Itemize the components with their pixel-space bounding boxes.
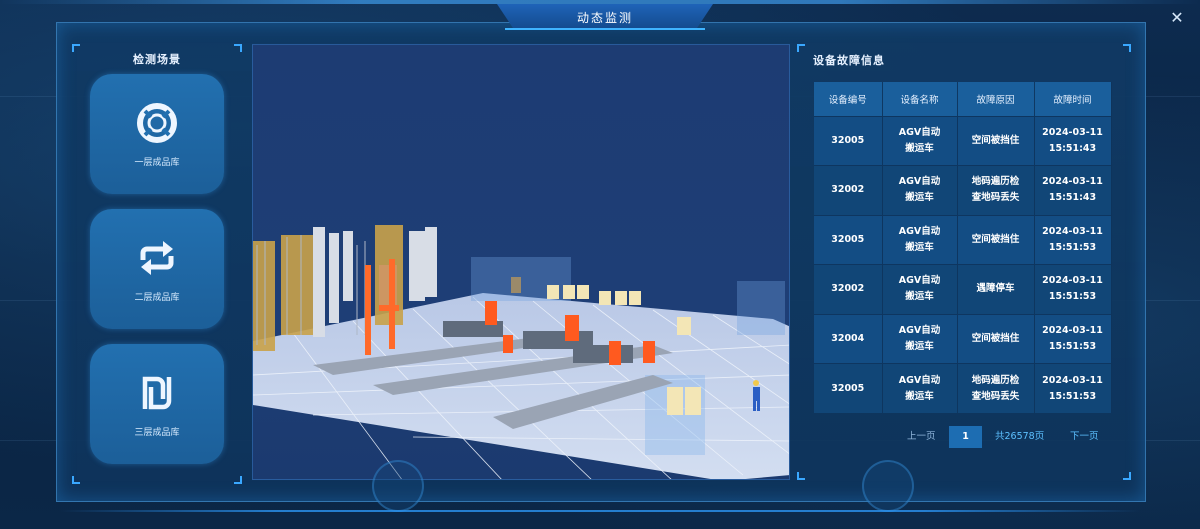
table-row: 32005 AGV自动 搬运车 地码遍历检 查地码丢失 2024-03-11 15:5… bbox=[814, 363, 1112, 413]
device-id: 32005 bbox=[814, 115, 883, 166]
3d-warehouse-viewport[interactable] bbox=[252, 44, 790, 480]
pagination: 上一页 1 共26578页 下一页 bbox=[797, 426, 1131, 450]
device-id: 32002 bbox=[814, 165, 883, 215]
scene-label: 二层成品库 bbox=[134, 292, 180, 303]
column-header: 故障原因 bbox=[957, 82, 1035, 116]
table-row: 32005 AGV自动 搬运车 空间被挡住 2024-03-11 15:51:43 bbox=[814, 115, 1112, 166]
close-icon[interactable]: ✕ bbox=[1168, 9, 1186, 27]
fault-reason: 地码遍历检 查地码丢失 bbox=[957, 363, 1035, 413]
device-name: AGV自动 搬运车 bbox=[882, 313, 958, 364]
bottom-glow-line bbox=[60, 510, 1140, 512]
shekel-icon bbox=[142, 376, 172, 409]
scene-button-floor-1[interactable]: 一层成品库 bbox=[90, 74, 224, 194]
column-header: 设备编号 bbox=[814, 82, 883, 116]
total-pages: 共26578页 bbox=[995, 431, 1045, 442]
fault-time: 2024-03-11 15:51:53 bbox=[1034, 214, 1112, 265]
fault-reason: 地码遍历检 查地码丢失 bbox=[957, 165, 1035, 215]
fault-time: 2024-03-11 15:51:43 bbox=[1034, 165, 1112, 215]
device-id: 32005 bbox=[814, 363, 883, 413]
fault-reason: 空间被挡住 bbox=[957, 214, 1035, 265]
title-underline bbox=[505, 28, 705, 30]
lifebuoy-icon bbox=[137, 102, 177, 143]
scene-button-floor-2[interactable]: 二层成品库 bbox=[90, 209, 224, 329]
table-row: 32002 AGV自动 搬运车 地码遍历检 查地码丢失 2024-03-11 15:5… bbox=[814, 165, 1112, 215]
current-page[interactable]: 1 bbox=[949, 426, 982, 448]
column-header: 设备名称 bbox=[882, 82, 958, 116]
device-name: AGV自动 搬运车 bbox=[882, 115, 958, 166]
scene-panel-title: 检测场景 bbox=[133, 53, 181, 66]
table-row: 32005 AGV自动 搬运车 空间被挡住 2024-03-11 15:51:53 bbox=[814, 214, 1112, 265]
fault-info-panel: 设备故障信息 设备编号 设备名称 故障原因 故障时间 32005 AGV自动 搬运… bbox=[797, 44, 1131, 480]
warehouse-scene bbox=[253, 225, 789, 479]
device-name: AGV自动 搬运车 bbox=[882, 165, 958, 215]
fault-time: 2024-03-11 15:51:53 bbox=[1034, 264, 1112, 314]
dialog-title: 动态监测 bbox=[497, 4, 713, 30]
device-id: 32002 bbox=[814, 264, 883, 314]
table-row: 32002 AGV自动 搬运车 遇障停车 2024-03-11 15:51:53 bbox=[814, 264, 1112, 314]
decor-circle bbox=[372, 460, 424, 512]
fault-panel-title: 设备故障信息 bbox=[813, 54, 885, 67]
fault-table: 设备编号 设备名称 故障原因 故障时间 32005 AGV自动 搬运车 空间被挡住… bbox=[814, 82, 1112, 413]
device-name: AGV自动 搬运车 bbox=[882, 214, 958, 265]
column-header: 故障时间 bbox=[1034, 82, 1112, 116]
scene-button-floor-3[interactable]: 三层成品库 bbox=[90, 344, 224, 464]
scene-panel: 检测场景 一层成品库 二层成品库 三层成品库 bbox=[72, 44, 242, 484]
fault-reason: 遇障停车 bbox=[957, 264, 1035, 314]
decor-circle bbox=[862, 460, 914, 512]
device-name: AGV自动 搬运车 bbox=[882, 363, 958, 413]
table-row: 32004 AGV自动 搬运车 空间被挡住 2024-03-11 15:51:53 bbox=[814, 313, 1112, 364]
device-id: 32004 bbox=[814, 313, 883, 364]
device-id: 32005 bbox=[814, 214, 883, 265]
fault-reason: 空间被挡住 bbox=[957, 313, 1035, 364]
fault-time: 2024-03-11 15:51:43 bbox=[1034, 115, 1112, 166]
scene-label: 三层成品库 bbox=[134, 427, 180, 438]
scene-label: 一层成品库 bbox=[134, 157, 180, 168]
top-glow-bar bbox=[0, 0, 1200, 4]
table-header-row: 设备编号 设备名称 故障原因 故障时间 bbox=[814, 82, 1112, 116]
prev-page-button[interactable]: 上一页 bbox=[907, 426, 936, 448]
fault-reason: 空间被挡住 bbox=[957, 115, 1035, 166]
device-name: AGV自动 搬运车 bbox=[882, 264, 958, 314]
fault-time: 2024-03-11 15:51:53 bbox=[1034, 313, 1112, 364]
next-page-button[interactable]: 下一页 bbox=[1070, 426, 1099, 448]
fault-time: 2024-03-11 15:51:53 bbox=[1034, 363, 1112, 413]
repeat-arrows-icon bbox=[140, 240, 174, 275]
